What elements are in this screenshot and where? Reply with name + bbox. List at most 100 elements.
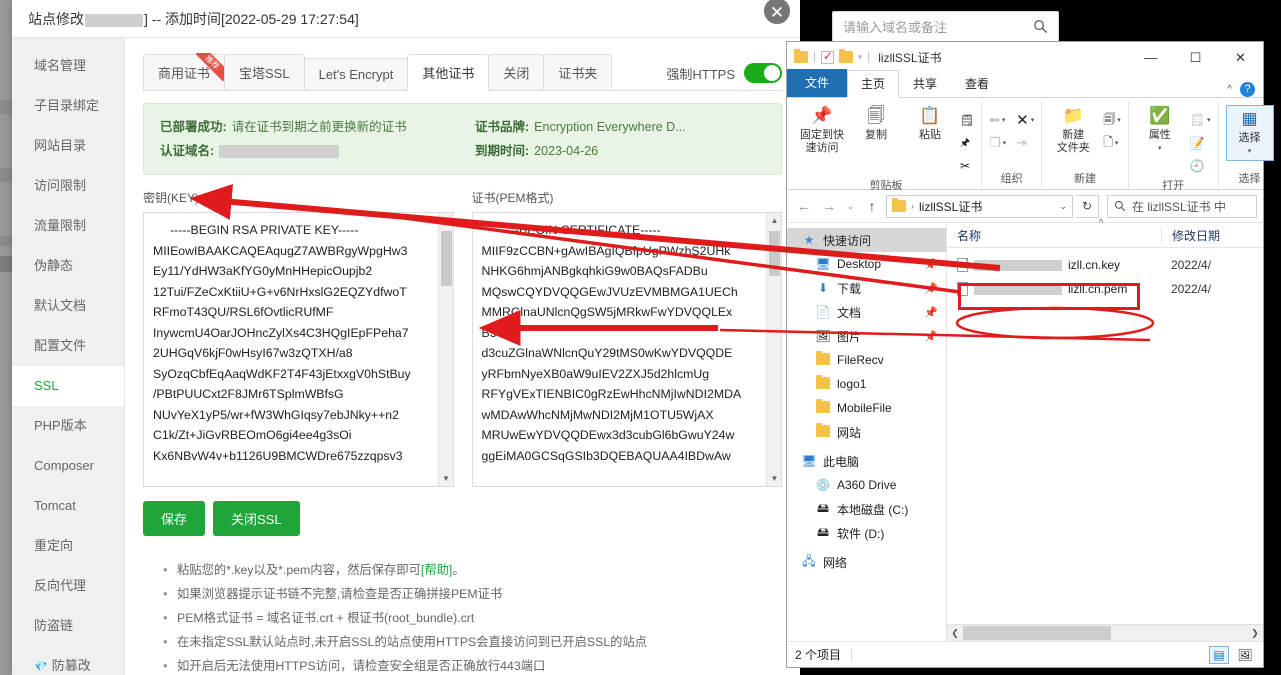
copy-button[interactable]: 🗐 复制 — [852, 105, 900, 142]
help-icon[interactable]: ? — [1240, 82, 1255, 97]
forward-button[interactable]: → — [818, 195, 840, 217]
chevron-down-icon[interactable]: ⌄ — [1059, 201, 1067, 212]
large-icons-view-button[interactable]: 🖼 — [1235, 646, 1255, 664]
open-with-icon[interactable]: 🗒 ▾ — [1190, 109, 1211, 131]
details-view-button[interactable]: ▤ — [1209, 645, 1229, 664]
sidebar-item-anti-leech[interactable]: 防盗链 — [12, 606, 124, 646]
sidebar-item-rewrite[interactable]: 伪静态 — [12, 246, 124, 286]
tab-lets-encrypt[interactable]: Let's Encrypt — [303, 58, 409, 90]
pin-icon[interactable]: 📌 — [924, 306, 938, 319]
tab-view[interactable]: 查看 — [951, 71, 1003, 97]
close-button[interactable]: ✕ — [1218, 43, 1263, 72]
paste-shortcut-icon[interactable]: 🖈 — [960, 132, 974, 154]
save-button[interactable]: 保存 — [143, 501, 206, 536]
pin-icon[interactable]: 📌 — [924, 330, 938, 343]
chevron-up-icon[interactable]: ^ — [1227, 84, 1232, 95]
scroll-down-icon[interactable]: ▼ — [767, 471, 781, 486]
tab-close[interactable]: 关闭 — [488, 54, 545, 90]
scroll-left-icon[interactable]: ❮ — [947, 628, 963, 639]
tab-share[interactable]: 共享 — [899, 71, 951, 97]
maximize-button[interactable]: ☐ — [1173, 43, 1218, 72]
sidebar-item-subdir[interactable]: 子目录绑定 — [12, 86, 124, 126]
nav-item-local-disk-c[interactable]: 🖴 本地磁盘 (C:) — [787, 497, 946, 521]
horizontal-scrollbar[interactable]: ❮ ❯ — [947, 624, 1263, 641]
scroll-up-icon[interactable]: ▲ — [439, 213, 453, 228]
nav-item-quick-access[interactable]: ★ 快速访问 — [787, 228, 946, 252]
nav-item-this-pc[interactable]: 🖥 此电脑 — [787, 449, 946, 473]
nav-item-logo1[interactable]: logo1 — [787, 372, 946, 396]
file-name-cell[interactable]: lizll.cn.pem — [947, 282, 1161, 296]
site-search-bar[interactable]: 请输入域名或备注 — [832, 11, 1059, 42]
help-link[interactable]: [帮助] — [421, 563, 452, 577]
delete-icon[interactable]: ✕ ▾ — [1016, 109, 1034, 131]
column-header-date[interactable]: 修改日期 — [1161, 226, 1263, 244]
up-button[interactable]: ↑ — [861, 195, 883, 217]
tab-file[interactable]: 文件 — [787, 69, 848, 97]
address-bar[interactable]: › lizllSSL证书 ⌄ — [886, 194, 1073, 218]
nav-item-filerecv[interactable]: FileRecv — [787, 348, 946, 372]
sidebar-item-anti-tamper[interactable]: 💎 防篡改 — [12, 646, 124, 675]
table-row[interactable]: lizll.cn.pem 2022/4/ — [947, 277, 1263, 301]
sidebar-item-composer[interactable]: Composer — [12, 446, 124, 486]
minimize-button[interactable]: — — [1128, 43, 1173, 72]
scroll-down-icon[interactable]: ▼ — [439, 471, 453, 486]
key-scrollbar[interactable]: ▲ ▼ — [437, 213, 453, 486]
back-button[interactable]: ← — [793, 195, 815, 217]
history-icon[interactable]: 🕘 — [1190, 155, 1211, 177]
select-button[interactable]: ▦ 选择 ▾ — [1225, 105, 1274, 161]
column-header-name[interactable]: 名称 — [947, 227, 1161, 244]
nav-item-network[interactable]: 🖧 网络 — [787, 550, 946, 574]
select-caret-icon[interactable]: ▾ — [1248, 145, 1252, 158]
recent-locations-button[interactable]: ⌄ — [843, 195, 858, 217]
tab-other-cert[interactable]: 其他证书 — [407, 54, 490, 91]
sidebar-item-tomcat[interactable]: Tomcat — [12, 486, 124, 526]
scroll-thumb[interactable] — [963, 625, 1111, 640]
sidebar-item-webdir[interactable]: 网站目录 — [12, 126, 124, 166]
sidebar-item-default-doc[interactable]: 默认文档 — [12, 286, 124, 326]
properties-check-icon[interactable] — [820, 49, 834, 64]
nav-item-software-d[interactable]: 🖴 软件 (D:) — [787, 521, 946, 545]
nav-item-pictures[interactable]: 🖼 图片 📌 — [787, 324, 946, 348]
copy-to-icon[interactable]: ❐ ▾ — [989, 132, 1006, 154]
nav-item-downloads[interactable]: ⬇ 下载 📌 — [787, 276, 946, 300]
scroll-right-icon[interactable]: ❯ — [1247, 628, 1263, 639]
new-item-icon[interactable]: 🗐 ▾ — [1103, 109, 1121, 131]
tab-home[interactable]: 主页 — [847, 70, 900, 98]
nav-item-website[interactable]: 网站 — [787, 420, 946, 444]
sidebar-item-redirect[interactable]: 重定向 — [12, 526, 124, 566]
sidebar-item-traffic-limit[interactable]: 流量限制 — [12, 206, 124, 246]
sidebar-item-ssl[interactable]: SSL — [12, 366, 124, 406]
properties-caret-icon[interactable]: ▾ — [1158, 142, 1162, 155]
easy-access-icon[interactable]: 🗋 ▾ — [1103, 132, 1121, 154]
nav-item-documents[interactable]: 📄 文档 📌 — [787, 300, 946, 324]
sidebar-item-php-version[interactable]: PHP版本 — [12, 406, 124, 446]
sidebar-item-access-limit[interactable]: 访问限制 — [12, 166, 124, 206]
qa-dropdown-icon[interactable]: ▾ — [858, 52, 863, 63]
pin-to-quick-access-button[interactable]: 📌 固定到快 速访问 — [798, 105, 846, 155]
properties-button[interactable]: ✅ 属性 ▾ — [1136, 105, 1184, 155]
scroll-track[interactable] — [963, 625, 1247, 642]
sidebar-item-domain[interactable]: 域名管理 — [12, 46, 124, 86]
pin-icon[interactable]: 📌 — [924, 258, 938, 271]
key-textarea[interactable]: -----BEGIN RSA PRIVATE KEY----- MIIEowIB… — [143, 212, 454, 487]
sidebar-item-config-file[interactable]: 配置文件 — [12, 326, 124, 366]
new-folder-button[interactable]: 📁 新建 文件夹 — [1049, 105, 1097, 155]
file-name-cell[interactable]: izll.cn.key — [947, 258, 1161, 272]
force-https-toggle[interactable] — [744, 63, 782, 83]
cert-textarea[interactable]: -----BEGIN CERTIFICATE----- MIIF9zCCBN+g… — [471, 212, 782, 487]
cut-icon[interactable]: ✂ — [960, 155, 974, 177]
tab-cert-folder[interactable]: 证书夹 — [543, 54, 613, 90]
sidebar-item-reverse-proxy[interactable]: 反向代理 — [12, 566, 124, 606]
scroll-up-icon[interactable]: ▲ — [767, 213, 781, 228]
tab-commercial-cert[interactable]: 商用证书 推荐 — [143, 53, 227, 90]
cert-scrollbar[interactable]: ▲ ▼ — [766, 213, 781, 486]
rename-icon[interactable]: ⇥ — [1016, 132, 1034, 154]
table-row[interactable]: izll.cn.key 2022/4/ — [947, 253, 1263, 277]
paste-button[interactable]: 📋 粘贴 — [906, 105, 954, 142]
tab-bt-ssl[interactable]: 宝塔SSL — [224, 54, 305, 90]
key-scroll-thumb[interactable] — [440, 231, 452, 286]
edit-icon[interactable]: 📝 — [1190, 132, 1211, 154]
nav-item-mobilefile[interactable]: MobileFile — [787, 396, 946, 420]
close-ssl-button[interactable]: 关闭SSL — [213, 501, 300, 536]
copy-path-icon[interactable]: 🗒 — [960, 109, 974, 131]
